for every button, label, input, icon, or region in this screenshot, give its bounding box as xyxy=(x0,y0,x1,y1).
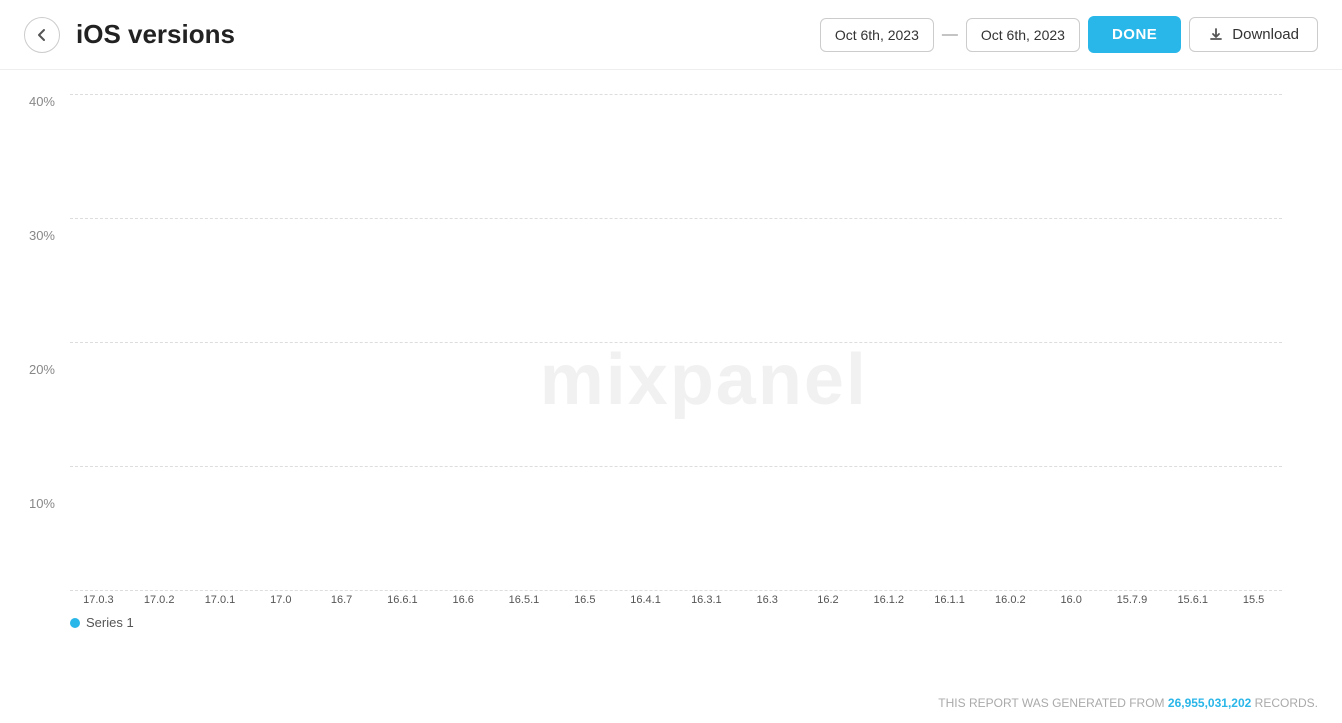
x-label-16.6.1: 16.6.1 xyxy=(374,594,431,606)
x-label-17.0.2: 17.0.2 xyxy=(131,594,188,606)
y-label-20: 20% xyxy=(29,362,55,377)
x-label-16.3: 16.3 xyxy=(739,594,796,606)
download-button[interactable]: Download xyxy=(1189,17,1318,52)
x-label-16.1.1: 16.1.1 xyxy=(921,594,978,606)
x-label-17.0.1: 17.0.1 xyxy=(192,594,249,606)
footer-note: THIS REPORT WAS GENERATED FROM 26,955,03… xyxy=(0,690,1342,720)
back-button[interactable] xyxy=(24,17,60,53)
download-icon xyxy=(1208,27,1224,43)
x-label-16.5.1: 16.5.1 xyxy=(496,594,553,606)
grid-line-0 xyxy=(70,590,1282,591)
page-title: iOS versions xyxy=(76,19,804,50)
y-label-40: 40% xyxy=(29,94,55,109)
chart-container: mixpanel 40% 30% 20% 10% 17.0.317.0.217.… xyxy=(0,70,1342,690)
legend-label: Series 1 xyxy=(86,615,134,630)
chart-inner: 17.0.3 17.0.2 17.0.117.0 16.7 16.6.1 16.6 16.5… xyxy=(70,94,1282,630)
x-label-17.0.3: 17.0.3 xyxy=(70,594,127,606)
date-end-input[interactable]: Oct 6th, 2023 xyxy=(966,18,1080,52)
footer-suffix: RECORDS. xyxy=(1255,696,1318,710)
chart-legend: Series 1 xyxy=(70,615,134,630)
x-label-16.0: 16.0 xyxy=(1043,594,1100,606)
x-label-17.0: 17.0 xyxy=(252,594,309,606)
x-label-16.6: 16.6 xyxy=(435,594,492,606)
x-label-16.2: 16.2 xyxy=(800,594,857,606)
y-label-10: 10% xyxy=(29,496,55,511)
x-label-16.3.1: 16.3.1 xyxy=(678,594,735,606)
x-label-16.5: 16.5 xyxy=(556,594,613,606)
x-label-15.7.9: 15.7.9 xyxy=(1104,594,1161,606)
download-label: Download xyxy=(1232,26,1299,43)
x-label-16.4.1: 16.4.1 xyxy=(617,594,674,606)
footer-records: 26,955,031,202 xyxy=(1168,696,1251,710)
x-label-16.7: 16.7 xyxy=(313,594,370,606)
y-label-30: 30% xyxy=(29,228,55,243)
x-label-15.6.1: 15.6.1 xyxy=(1164,594,1221,606)
page-header: iOS versions Oct 6th, 2023 — Oct 6th, 20… xyxy=(0,0,1342,70)
date-separator: — xyxy=(942,26,958,44)
done-button[interactable]: DONE xyxy=(1088,16,1181,53)
date-start-input[interactable]: Oct 6th, 2023 xyxy=(820,18,934,52)
x-label-16.1.2: 16.1.2 xyxy=(860,594,917,606)
footer-text: THIS REPORT WAS GENERATED FROM xyxy=(938,696,1164,710)
y-axis: 40% 30% 20% 10% xyxy=(0,94,65,630)
x-labels: 17.0.3 17.0.2 17.0.117.0 16.7 16.6.1 16.6 16.5… xyxy=(70,594,1282,630)
x-label-15.5: 15.5 xyxy=(1225,594,1282,606)
date-range-picker: Oct 6th, 2023 — Oct 6th, 2023 DONE Downl… xyxy=(820,16,1318,53)
bars-container xyxy=(70,94,1282,590)
legend-dot xyxy=(70,618,80,628)
x-label-16.0.2: 16.0.2 xyxy=(982,594,1039,606)
